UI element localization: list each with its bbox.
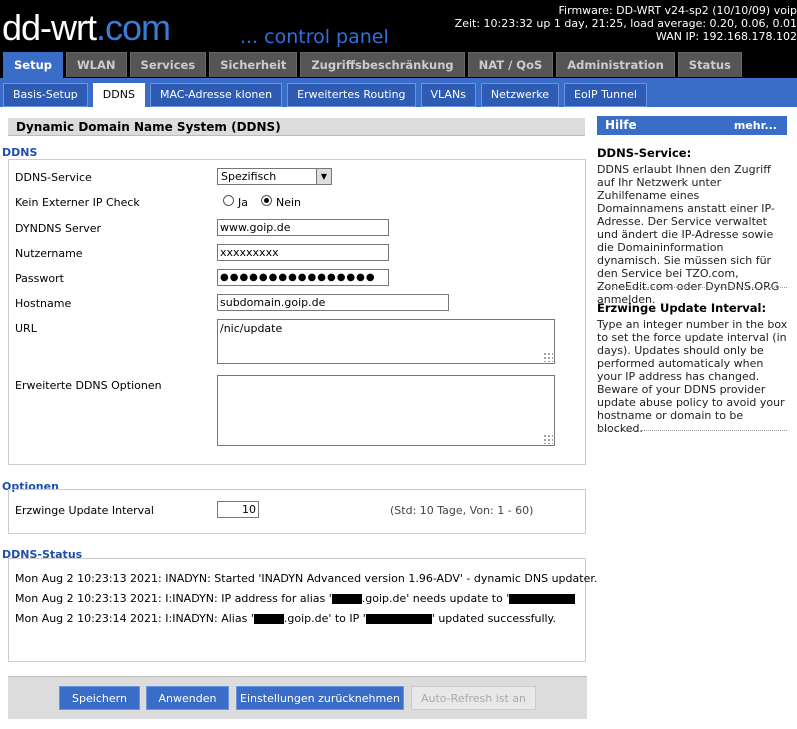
- url-label: URL: [15, 322, 37, 335]
- username-label: Nutzername: [15, 247, 83, 260]
- ext-ip-no-radio[interactable]: [261, 195, 272, 206]
- ddns-group-label: DDNS: [2, 146, 38, 159]
- page-title: Dynamic Domain Name System (DDNS): [8, 118, 585, 136]
- tab-services[interactable]: Services: [129, 52, 207, 77]
- username-input[interactable]: xxxxxxxxx: [217, 244, 389, 261]
- subtab-advanced-routing[interactable]: Erweitertes Routing: [287, 83, 416, 107]
- logo: dd-wrt.com: [2, 7, 171, 48]
- logo-text: dd-wrt: [2, 7, 97, 48]
- tab-wlan[interactable]: WLAN: [66, 52, 127, 77]
- logo-dotcom: .com: [96, 7, 171, 48]
- resize-grip-icon[interactable]: [543, 434, 553, 444]
- system-info: Firmware: DD-WRT v24-sp2 (10/10/09) voip…: [455, 4, 797, 43]
- auto-refresh-button[interactable]: Auto-Refresh ist an: [411, 686, 536, 710]
- tab-status[interactable]: Status: [677, 52, 742, 77]
- interval-label: Erzwinge Update Interval: [15, 504, 154, 517]
- divider: [597, 287, 787, 288]
- chevron-down-icon: ▼: [316, 169, 331, 184]
- interval-hint: (Std: 10 Tage, Von: 1 - 60): [390, 504, 534, 517]
- help-more-link[interactable]: mehr...: [734, 116, 777, 135]
- redacted-block: [253, 614, 284, 624]
- help-interval-text: Type an integer number in the box to set…: [597, 318, 788, 435]
- password-label: Passwort: [15, 272, 64, 285]
- redacted-block: [365, 614, 432, 624]
- help-ddns-text: DDNS erlaubt Ihnen den Zugriff auf Ihr N…: [597, 163, 780, 306]
- save-button[interactable]: Speichern: [59, 686, 140, 710]
- server-label: DYNDNS Server: [15, 222, 102, 235]
- wan-ip: WAN IP: 192.168.178.102: [655, 30, 797, 43]
- hostname-label: Hostname: [15, 297, 72, 310]
- subtab-vlans[interactable]: VLANs: [420, 83, 476, 107]
- password-input[interactable]: ●●●●●●●●●●●●●●●●: [217, 269, 389, 286]
- subtab-ddns[interactable]: DDNS: [92, 83, 145, 107]
- url-textarea[interactable]: /nic/update: [217, 319, 555, 364]
- subtab-eoip-tunnel[interactable]: EoIP Tunnel: [564, 83, 647, 107]
- advanced-options-textarea[interactable]: [217, 375, 555, 446]
- ext-ip-no-label: Nein: [276, 196, 302, 209]
- log-line-3-part-c: ' updated successfully.: [431, 612, 556, 625]
- ddns-service-select[interactable]: Spezifisch ▼: [217, 168, 332, 185]
- ddns-service-value: Spezifisch: [221, 170, 277, 183]
- main-nav: Setup WLAN Services Sicherheit Zugriffsb…: [3, 52, 745, 79]
- tab-setup[interactable]: Setup: [3, 52, 63, 79]
- server-input[interactable]: www.goip.de: [217, 219, 389, 236]
- help-header: Hilfe mehr...: [597, 116, 787, 135]
- tab-security[interactable]: Sicherheit: [209, 52, 298, 77]
- log-line-3: Mon Aug 2 10:23:14 2021: I:INADYN: Alias…: [15, 612, 556, 625]
- divider: [597, 430, 787, 431]
- tab-nat-qos[interactable]: NAT / QoS: [467, 52, 554, 77]
- subtab-networks[interactable]: Netzwerke: [480, 83, 560, 107]
- log-line-1: Mon Aug 2 10:23:13 2021: INADYN: Started…: [15, 572, 598, 585]
- subtab-mac-clone[interactable]: MAC-Adresse klonen: [149, 83, 283, 107]
- subtab-basic-setup[interactable]: Basis-Setup: [3, 83, 88, 107]
- help-ddns-title: DDNS-Service:: [597, 146, 692, 160]
- uptime: Zeit: 10:23:32 up 1 day, 21:25, load ave…: [454, 17, 797, 30]
- ddns-service-label: DDNS-Service: [15, 171, 92, 184]
- log-line-3-part-b: .goip.de' to IP ': [283, 612, 366, 625]
- help-title: Hilfe: [605, 118, 637, 132]
- redacted-block: [331, 594, 362, 604]
- log-line-2-part-b: .goip.de' needs update to ': [361, 592, 510, 605]
- interval-input[interactable]: 10: [217, 501, 259, 518]
- hostname-input[interactable]: subdomain.goip.de: [217, 294, 449, 311]
- firmware-version: Firmware: DD-WRT v24-sp2 (10/10/09) voip: [558, 4, 797, 17]
- resize-grip-icon[interactable]: [543, 352, 553, 362]
- help-interval-title: Erzwinge Update Interval:: [597, 301, 767, 315]
- log-line-2: Mon Aug 2 10:23:13 2021: I:INADYN: IP ad…: [15, 592, 576, 605]
- redacted-block: [509, 594, 576, 604]
- button-bar: Speichern Anwenden Einstellungen zurückn…: [8, 676, 587, 719]
- log-line-3-part-a: Mon Aug 2 10:23:14 2021: I:INADYN: Alias…: [15, 612, 254, 625]
- ext-ip-yes-label: Ja: [238, 196, 248, 209]
- url-value: /nic/update: [220, 322, 283, 335]
- tab-access-restrictions[interactable]: Zugriffsbeschränkung: [300, 52, 465, 77]
- advanced-options-label: Erweiterte DDNS Optionen: [15, 379, 162, 392]
- tab-administration[interactable]: Administration: [556, 52, 675, 77]
- logo-subtitle: ... control panel: [240, 26, 389, 48]
- ext-ip-check-label: Kein Externer IP Check: [15, 196, 140, 209]
- reset-button[interactable]: Einstellungen zurücknehmen: [236, 686, 404, 710]
- apply-button[interactable]: Anwenden: [146, 686, 229, 710]
- log-line-2-part-a: Mon Aug 2 10:23:13 2021: I:INADYN: IP ad…: [15, 592, 332, 605]
- sub-nav: Basis-Setup DDNS MAC-Adresse klonen Erwe…: [3, 83, 652, 107]
- ext-ip-yes-radio[interactable]: [223, 195, 234, 206]
